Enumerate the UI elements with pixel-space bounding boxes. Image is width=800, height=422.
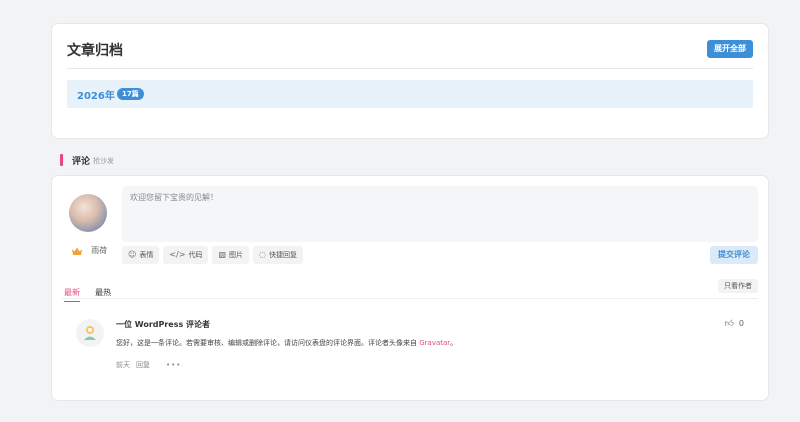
emoji-icon: ☺: [128, 250, 137, 259]
comment-toolbar: ☺ 表情 </> 代码 ▧ 图片 ◌ 快捷回复: [122, 246, 307, 264]
comment-text: 您好，这是一条评论。若需要审核、编辑或删除评论，请访问仪表盘的评论界面。评论者头…: [116, 338, 457, 348]
quick-reply-icon: ◌: [259, 250, 266, 259]
comment-like-count: 0: [738, 319, 744, 328]
crown-icon: [72, 247, 82, 255]
archive-year-row[interactable]: 2026年 17篇: [67, 80, 753, 108]
archive-year-label: 2026年: [77, 91, 115, 102]
image-button-label: 图片: [229, 251, 244, 259]
comments-section-title: 评论: [72, 157, 91, 167]
comment-time: 前天: [116, 361, 130, 369]
comment-meta: 前天 回复 •••: [116, 360, 187, 370]
code-icon: </>: [169, 250, 186, 259]
code-button-label: 代码: [188, 251, 203, 259]
author-only-button[interactable]: 只看作者: [718, 279, 758, 293]
archive-divider: [67, 68, 753, 69]
gravatar-link[interactable]: Gravatar: [419, 339, 450, 347]
submit-comment-button[interactable]: 提交评论: [710, 246, 758, 264]
thumbs-up-icon: 👍︎: [724, 319, 734, 329]
emoji-button-label: 表情: [139, 251, 154, 259]
emoji-button[interactable]: ☺ 表情: [122, 246, 160, 264]
commenter-avatar[interactable]: [76, 319, 104, 347]
more-options-icon[interactable]: •••: [166, 361, 181, 369]
code-button[interactable]: </> 代码: [163, 246, 209, 264]
image-icon: ▧: [218, 250, 227, 259]
comment-text-end: 。: [450, 339, 458, 347]
sort-tab-latest[interactable]: 最新: [64, 287, 80, 302]
comment-item: 一位 WordPress 评论者 👍︎ 0 您好，这是一条评论。若需要审核、编辑或…: [52, 312, 768, 392]
comment-reply-button[interactable]: 回复: [136, 361, 150, 369]
section-accent-bar: [60, 154, 63, 166]
comment-list-divider: [62, 298, 758, 299]
quick-reply-button[interactable]: ◌ 快捷回复: [253, 246, 303, 264]
default-avatar-icon: [84, 326, 96, 340]
expand-all-button[interactable]: 展开全部: [707, 40, 753, 58]
comment-author[interactable]: 一位 WordPress 评论者: [116, 319, 210, 330]
user-avatar[interactable]: [69, 194, 107, 232]
comment-card: 雨荷 ☺表情</>代码▧图片◌快捷回复 提交评论 最新 最热 只看作者 一位 W…: [52, 176, 768, 400]
comment-text-body: 您好，这是一条评论。若需要审核、编辑或删除评论，请访问仪表盘的评论界面。评论者头…: [116, 339, 417, 347]
current-user: 雨荷: [72, 240, 107, 259]
comments-section-subtitle: 抢沙发: [93, 157, 114, 165]
archive-card: 文章归档 展开全部 2026年 17篇: [52, 24, 768, 138]
archive-title: 文章归档: [67, 43, 123, 59]
comment-like-button[interactable]: 👍︎ 0: [725, 319, 745, 329]
archive-year-count-badge: 17篇: [117, 88, 144, 100]
comment-input[interactable]: [122, 186, 758, 242]
current-user-name: 雨荷: [91, 246, 108, 255]
quick-reply-button-label: 快捷回复: [269, 251, 297, 259]
image-button[interactable]: ▧ 图片: [212, 246, 250, 264]
